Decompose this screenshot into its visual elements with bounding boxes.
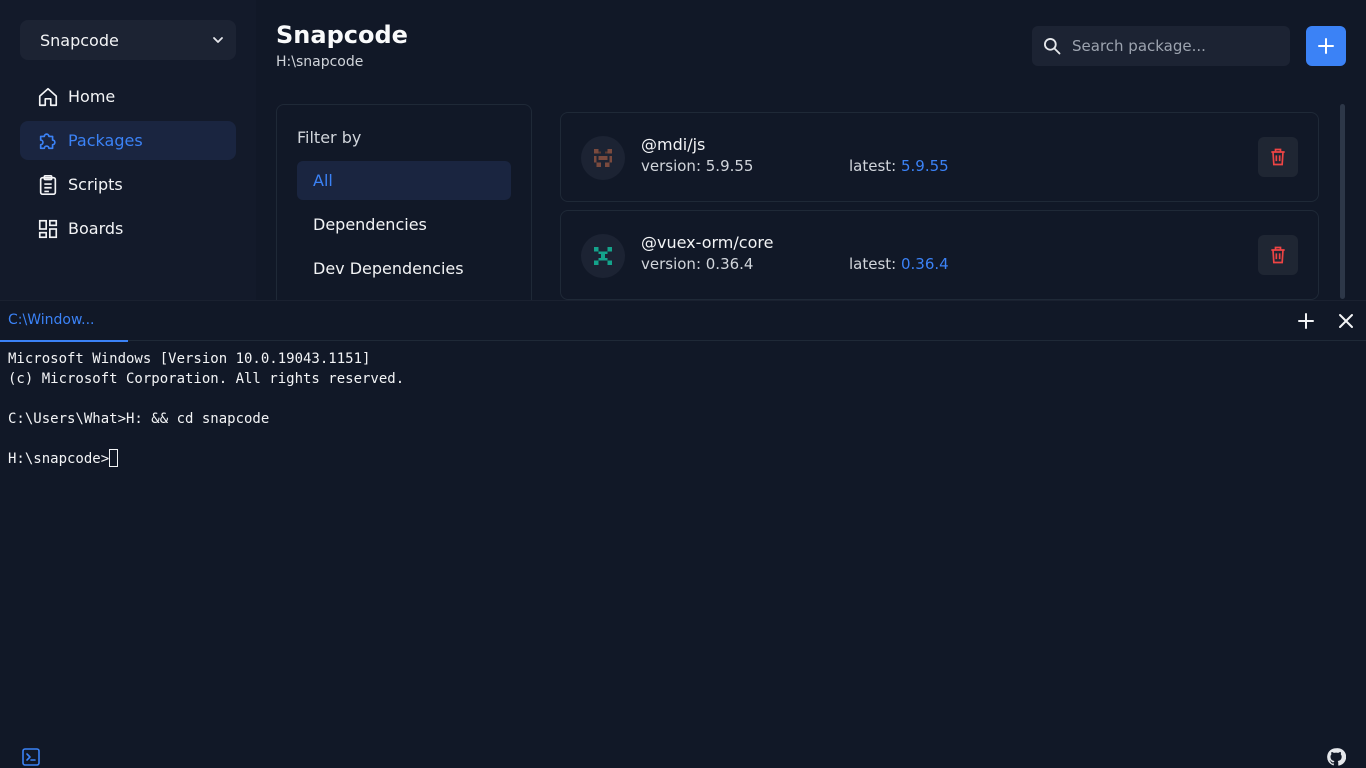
github-icon[interactable] — [1326, 747, 1346, 767]
package-logo — [581, 136, 625, 180]
package-latest-version: 0.36.4 — [901, 255, 949, 273]
sidebar-item-label: Scripts — [68, 175, 123, 194]
terminal-prompt: H:\snapcode> — [8, 451, 110, 467]
terminal-prompt-line: H:\snapcode> — [8, 449, 404, 469]
search-input[interactable] — [1072, 37, 1272, 55]
trash-icon — [1271, 246, 1285, 264]
filter-option-dependencies[interactable]: Dependencies — [297, 205, 511, 244]
terminal-cursor — [109, 449, 119, 467]
terminal-panel[interactable]: C:\Window... Microsoft Windows [Version … — [0, 300, 1366, 768]
project-select[interactable]: Snapcode — [20, 20, 236, 60]
boards-icon — [38, 219, 58, 238]
home-icon — [38, 87, 58, 106]
terminal-tabbar: C:\Window... — [0, 300, 1366, 342]
project-select-label: Snapcode — [40, 30, 119, 50]
package-card[interactable]: @mdi/js version: 5.9.55 latest: 5.9.55 — [560, 112, 1319, 202]
sidebar-nav: Home Packages Scripts Boards — [20, 77, 236, 253]
plus-icon — [1318, 38, 1334, 54]
package-latest: latest: 0.36.4 — [849, 255, 949, 273]
new-terminal-icon[interactable] — [1296, 311, 1316, 331]
terminal-line: C:\Users\What>H: && cd snapcode — [8, 411, 270, 427]
filter-option-label: Dependencies — [313, 215, 427, 234]
package-card[interactable]: @vuex-orm/core version: 0.36.4 latest: 0… — [560, 210, 1319, 300]
package-latest: latest: 5.9.55 — [849, 157, 949, 175]
sidebar-item-boards[interactable]: Boards — [20, 209, 236, 248]
sidebar: Snapcode Home Packages Scripts Boards — [0, 0, 256, 300]
project-path: H:\snapcode — [276, 54, 364, 70]
sidebar-item-packages[interactable]: Packages — [20, 121, 236, 160]
sidebar-item-scripts[interactable]: Scripts — [20, 165, 236, 204]
close-icon[interactable] — [1336, 311, 1356, 331]
package-name: @vuex-orm/core — [641, 233, 774, 252]
search-icon — [1044, 38, 1061, 55]
terminal-line: (c) Microsoft Corporation. All rights re… — [8, 371, 405, 387]
add-package-button[interactable] — [1306, 26, 1346, 66]
terminal-tab[interactable]: C:\Window... — [0, 301, 128, 342]
chevron-down-icon — [213, 37, 223, 43]
filter-option-all[interactable]: All — [297, 161, 511, 200]
package-logo — [581, 234, 625, 278]
package-latest-version: 5.9.55 — [901, 157, 949, 175]
search-box[interactable] — [1032, 26, 1290, 66]
puzzle-icon — [39, 132, 56, 149]
terminal-icon[interactable] — [22, 748, 40, 766]
filter-panel: Filter by All Dependencies Dev Dependenc… — [276, 104, 532, 324]
filter-option-dev-dependencies[interactable]: Dev Dependencies — [297, 249, 511, 288]
package-name: @mdi/js — [641, 135, 706, 154]
filter-option-label: Dev Dependencies — [313, 259, 464, 278]
sidebar-item-label: Boards — [68, 219, 124, 238]
package-latest-label: latest: — [849, 255, 901, 273]
terminal-output[interactable]: Microsoft Windows [Version 10.0.19043.11… — [8, 349, 404, 469]
identicon-icon — [594, 247, 612, 265]
delete-package-button[interactable] — [1258, 235, 1298, 275]
sidebar-item-label: Home — [68, 87, 116, 106]
page-title: Snapcode — [276, 21, 408, 49]
trash-icon — [1271, 148, 1285, 166]
identicon-icon — [594, 149, 612, 167]
filter-title: Filter by — [297, 128, 362, 147]
package-version: version: 5.9.55 — [641, 157, 754, 175]
sidebar-item-label: Packages — [68, 131, 143, 150]
sidebar-item-home[interactable]: Home — [20, 77, 236, 116]
package-version: version: 0.36.4 — [641, 255, 754, 273]
clipboard-icon — [39, 174, 57, 195]
package-latest-label: latest: — [849, 157, 901, 175]
packages-scrollbar[interactable] — [1340, 104, 1345, 299]
delete-package-button[interactable] — [1258, 137, 1298, 177]
terminal-line: Microsoft Windows [Version 10.0.19043.11… — [8, 351, 371, 367]
filter-option-label: All — [313, 171, 333, 190]
